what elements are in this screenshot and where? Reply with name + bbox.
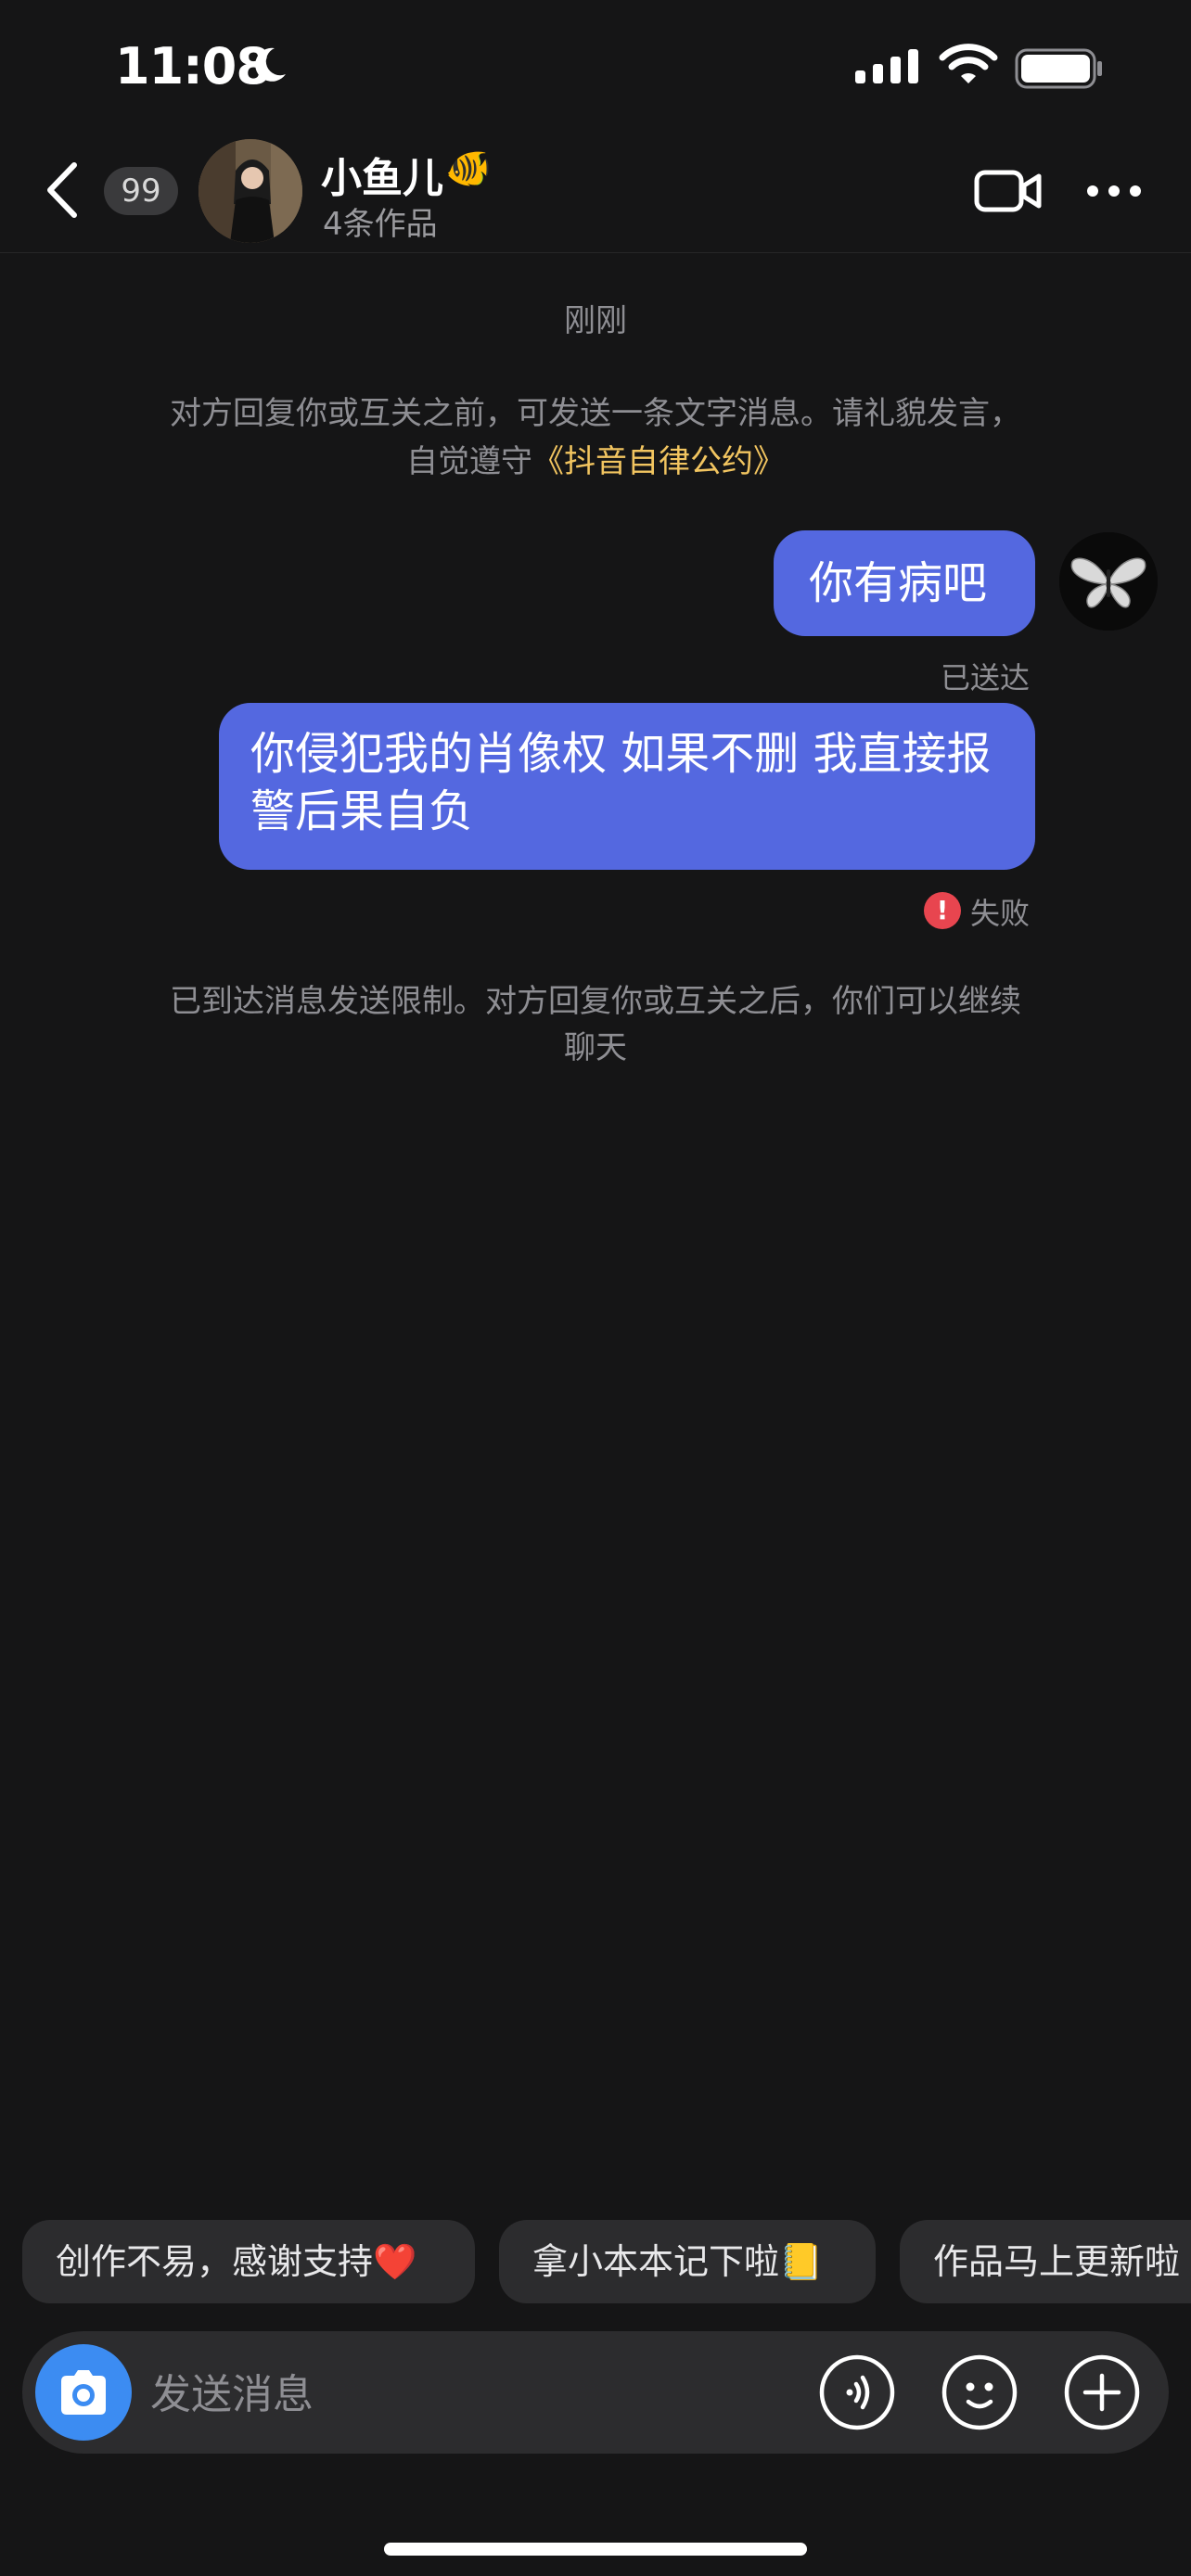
failed-status: 失败 xyxy=(970,896,1031,931)
works-count: 4条作品 xyxy=(323,206,438,243)
wifi-icon xyxy=(939,44,998,83)
quick-reply-chip[interactable]: 拿小本本记下啦📒 xyxy=(499,2220,876,2303)
camera-icon xyxy=(61,2370,106,2415)
message-input-placeholder[interactable]: 发送消息 xyxy=(150,2361,314,2420)
system-notice-line: 自觉遵守《抖音自律公约》 xyxy=(0,438,1191,486)
unread-count-badge[interactable]: 99 xyxy=(104,167,178,215)
video-call-icon[interactable] xyxy=(974,167,1043,215)
quick-reply-chip[interactable]: 作品马上更新啦 xyxy=(900,2220,1191,2303)
more-options-icon[interactable] xyxy=(1085,182,1143,200)
community-guidelines-link[interactable]: 《抖音自律公约》 xyxy=(532,443,785,480)
limit-notice-line: 已到达消息发送限制。对方回复你或互关之后，你们可以继续 xyxy=(170,983,1021,1020)
delivered-status: 已送达 xyxy=(941,660,1031,695)
sent-message-bubble[interactable]: 你有病吧 xyxy=(774,530,1035,636)
moon-icon xyxy=(255,47,286,82)
limit-notice-line: 聊天 xyxy=(564,1029,627,1066)
my-avatar[interactable] xyxy=(1059,532,1158,631)
contact-name[interactable]: 小鱼儿 xyxy=(321,145,443,204)
status-time: 11:08 xyxy=(115,37,271,96)
camera-button[interactable] xyxy=(35,2344,132,2441)
emoji-icon[interactable] xyxy=(941,2353,1018,2431)
sent-message-bubble[interactable]: 你侵犯我的肖像权 如果不删 我直接报警后果自负 xyxy=(219,703,1035,870)
contact-avatar[interactable] xyxy=(198,139,302,243)
back-chevron-icon[interactable] xyxy=(41,158,83,223)
battery-icon xyxy=(1015,48,1102,89)
system-notice-line: 对方回复你或互关之前，可发送一条文字消息。请礼貌发言， xyxy=(170,395,1021,432)
home-indicator[interactable] xyxy=(384,2543,807,2556)
quick-reply-chip[interactable]: 创作不易，感谢支持❤️ xyxy=(22,2220,475,2303)
message-timestamp: 刚刚 xyxy=(564,302,627,339)
cellular-signal-icon xyxy=(855,49,918,83)
send-failed-icon[interactable]: ! xyxy=(924,892,961,929)
notice-prefix: 自觉遵守 xyxy=(406,443,532,480)
voice-message-icon[interactable] xyxy=(818,2353,896,2431)
add-more-icon[interactable] xyxy=(1063,2353,1141,2431)
contact-name-emoji: 🐠 xyxy=(445,147,492,190)
